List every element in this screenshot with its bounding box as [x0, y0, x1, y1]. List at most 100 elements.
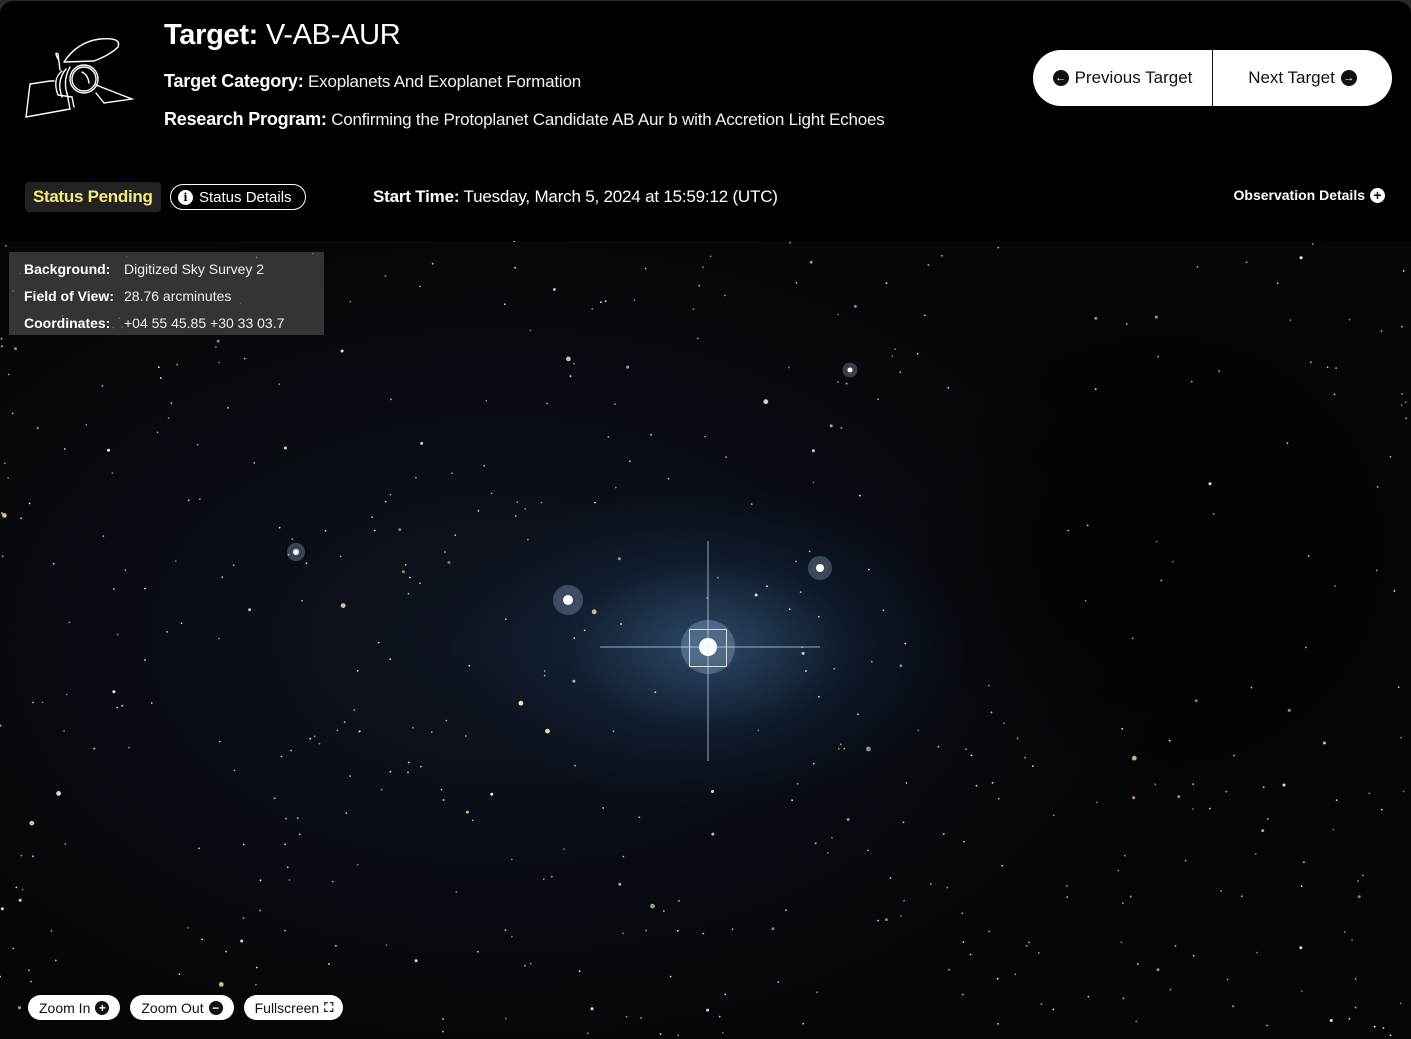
star	[573, 637, 576, 639]
star	[626, 365, 630, 369]
star	[620, 623, 622, 625]
star	[1333, 393, 1336, 396]
star	[654, 691, 657, 693]
star	[1212, 513, 1215, 515]
star	[829, 424, 833, 428]
star	[826, 852, 829, 854]
star	[454, 534, 457, 536]
star	[356, 670, 359, 672]
star	[1086, 524, 1089, 527]
star	[877, 398, 879, 401]
star	[590, 1007, 594, 1011]
star	[706, 1008, 710, 1012]
star	[894, 348, 896, 351]
star	[1032, 765, 1034, 767]
star	[477, 510, 480, 512]
star	[513, 241, 515, 243]
star	[1335, 367, 1337, 369]
star	[503, 303, 506, 306]
star	[18, 898, 22, 902]
star	[50, 930, 53, 932]
star	[280, 755, 283, 758]
star	[591, 609, 597, 615]
star	[818, 695, 820, 698]
star	[356, 863, 359, 866]
star	[837, 313, 839, 316]
star	[390, 398, 392, 401]
star	[1266, 818, 1269, 820]
star	[802, 1022, 805, 1025]
star	[1240, 895, 1243, 898]
star	[28, 502, 31, 505]
star	[899, 664, 903, 668]
previous-target-button[interactable]: ← Previous Target	[1033, 50, 1212, 106]
previous-target-label: Previous Target	[1074, 68, 1193, 87]
star	[451, 472, 453, 474]
star	[1399, 1002, 1402, 1005]
status-details-button[interactable]: i Status Details	[170, 184, 306, 210]
sky-image-viewer[interactable]: Background: Digitized Sky Survey 2 Field…	[0, 241, 1411, 1039]
observation-details-label: Observation Details	[1233, 187, 1366, 203]
star	[1334, 585, 1336, 587]
star	[1354, 978, 1357, 980]
star	[640, 1017, 642, 1019]
star	[14, 347, 17, 351]
star	[1310, 361, 1312, 364]
minus-circle-icon: −	[208, 1000, 223, 1015]
star	[28, 969, 30, 972]
star	[1307, 555, 1310, 557]
star	[1322, 741, 1326, 745]
star	[542, 878, 545, 881]
star	[543, 674, 546, 677]
star	[1348, 318, 1351, 321]
star	[662, 910, 665, 912]
star	[946, 886, 949, 889]
star	[1169, 988, 1172, 991]
star	[801, 651, 805, 655]
star	[633, 299, 636, 302]
target-marker	[689, 629, 727, 667]
star	[711, 832, 715, 836]
info-value: 28.76 arcminutes	[124, 288, 232, 304]
zoom-out-button[interactable]: Zoom Out −	[130, 995, 234, 1020]
star	[766, 585, 768, 587]
info-value: Digitized Sky Survey 2	[124, 261, 265, 277]
star	[900, 915, 902, 917]
star	[704, 435, 706, 438]
star	[573, 362, 575, 365]
fullscreen-button[interactable]: Fullscreen ⛶	[243, 995, 344, 1020]
star	[240, 939, 244, 943]
image-info-panel: Background: Digitized Sky Survey 2 Field…	[9, 252, 324, 335]
star	[1266, 1024, 1268, 1027]
star	[845, 382, 848, 385]
research-program-label: Research Program:	[164, 109, 327, 129]
star	[917, 729, 920, 732]
star	[929, 883, 932, 885]
zoom-in-button[interactable]: Zoom In +	[28, 995, 121, 1020]
star	[32, 701, 34, 704]
star	[877, 919, 879, 922]
star	[1084, 600, 1087, 602]
star	[1401, 393, 1403, 395]
star	[1404, 401, 1407, 404]
star	[948, 968, 950, 971]
star	[614, 403, 616, 405]
star	[336, 729, 339, 732]
star	[796, 782, 799, 785]
next-target-button[interactable]: Next Target →	[1212, 50, 1392, 106]
star	[255, 966, 258, 969]
star	[718, 1015, 721, 1018]
star	[431, 262, 434, 265]
star	[93, 747, 96, 750]
star	[121, 704, 123, 707]
star	[725, 456, 727, 458]
star	[1123, 854, 1126, 857]
star	[1001, 864, 1003, 867]
star	[625, 1015, 628, 1018]
star	[724, 993, 727, 996]
star	[176, 363, 179, 366]
star	[7, 373, 10, 376]
star	[975, 784, 978, 787]
observation-details-button[interactable]: Observation Details +	[1233, 187, 1385, 203]
star	[965, 748, 967, 750]
